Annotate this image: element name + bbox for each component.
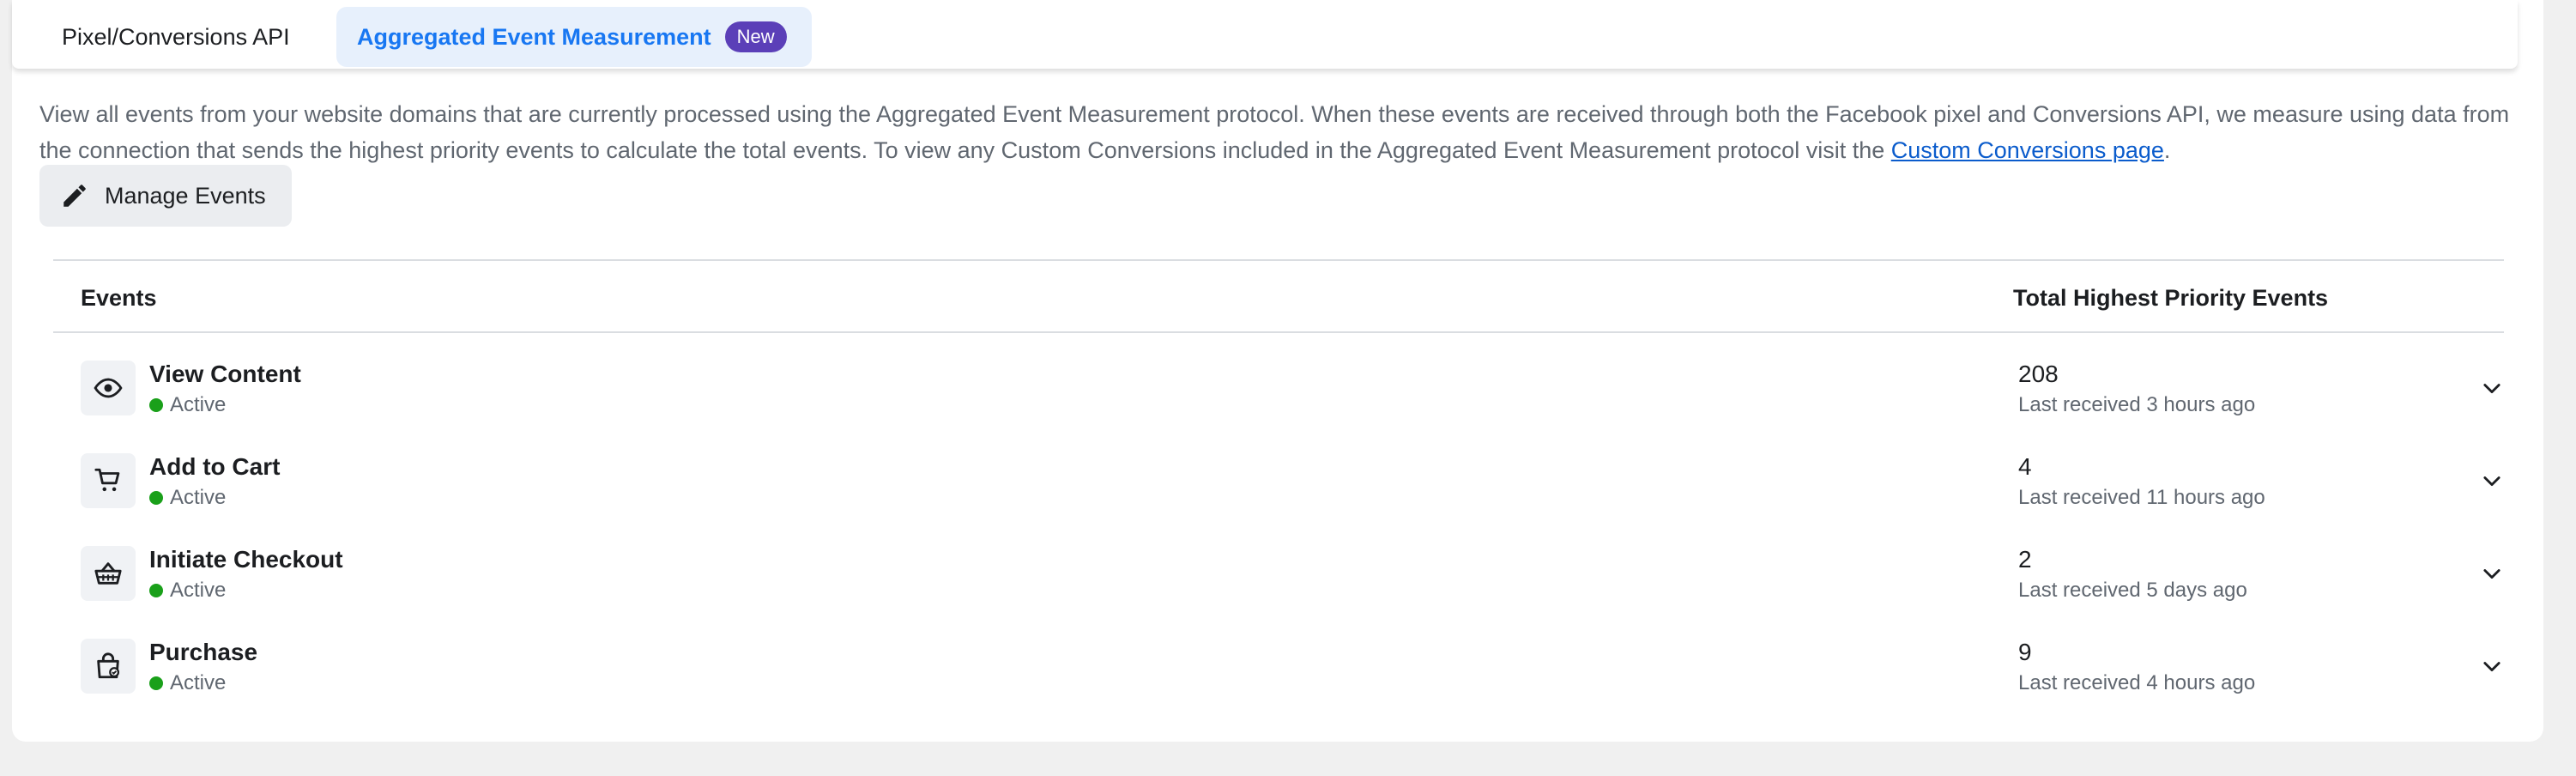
chevron-down-icon[interactable] [2480,561,2504,585]
active-dot-icon [149,491,163,505]
events-card: Pixel/Conversions API Aggregated Event M… [12,0,2543,742]
active-dot-icon [149,584,163,597]
active-dot-icon [149,676,163,690]
table-header: Events Total Highest Priority Events [53,259,2504,333]
chevron-down-icon[interactable] [2480,654,2504,678]
header-events: Events [81,285,157,311]
event-icon-box [81,453,136,508]
event-count: 2 [2018,546,2032,573]
event-last-received: Last received 4 hours ago [2018,671,2256,694]
pencil-icon [63,185,86,207]
event-count: 208 [2018,361,2059,387]
custom-conversions-link[interactable]: Custom Conversions page [1891,137,2164,163]
new-badge: New [724,21,787,52]
tab-pixel-conversions-api[interactable]: Pixel/Conversions API [41,7,311,67]
event-icon-box [81,361,136,415]
manage-events-button[interactable]: Manage Events [39,165,292,227]
event-count: 9 [2018,639,2032,665]
event-status: Active [149,671,226,695]
tab-label: Pixel/Conversions API [62,23,290,50]
header-total-events: Total Highest Priority Events [2013,285,2329,311]
event-status: Active [149,393,226,417]
table-row[interactable]: Purchase Active 9 Last received 4 hours … [53,611,2504,704]
event-count: 4 [2018,453,2032,480]
event-last-received: Last received 3 hours ago [2018,393,2256,416]
event-last-received: Last received 11 hours ago [2018,486,2265,509]
event-icon-box [81,639,136,694]
table-row[interactable]: View Content Active 208 Last received 3 … [53,333,2504,426]
cart-icon [94,468,120,492]
tab-aggregated-event-measurement[interactable]: Aggregated Event Measurement New [336,7,812,67]
eye-icon [94,378,123,398]
event-status: Active [149,486,226,510]
basket-icon [94,562,122,585]
event-name: View Content [149,361,301,387]
event-status: Active [149,579,226,603]
event-name: Add to Cart [149,453,281,480]
shopping-bag-icon [97,652,120,679]
event-icon-box [81,546,136,601]
description-text: View all events from your website domain… [39,101,2510,163]
tab-label: Aggregated Event Measurement [357,23,711,50]
event-last-received: Last received 5 days ago [2018,579,2247,602]
event-name: Purchase [149,639,258,665]
tab-bar: Pixel/Conversions API Aggregated Event M… [12,0,2518,69]
manage-events-label: Manage Events [105,182,266,209]
chevron-down-icon[interactable] [2480,376,2504,400]
events-table: Events Total Highest Priority Events Vie… [53,259,2504,694]
chevron-down-icon[interactable] [2480,469,2504,493]
table-row[interactable]: Initiate Checkout Active 2 Last received… [53,518,2504,611]
active-dot-icon [149,398,163,412]
table-row[interactable]: Add to Cart Active 4 Last received 11 ho… [53,426,2504,518]
event-name: Initiate Checkout [149,546,343,573]
